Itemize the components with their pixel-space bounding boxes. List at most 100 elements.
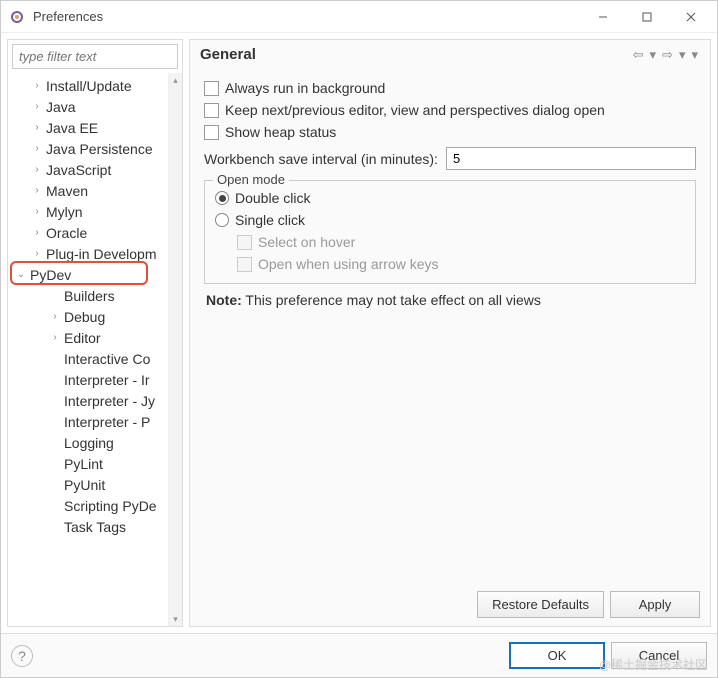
preference-tree-panel: ▴ ▾ ›Install/Update›Java›Java EE›Java Pe… <box>7 39 183 627</box>
radio-double-click-label: Double click <box>235 190 310 206</box>
tree-item[interactable]: ›Java <box>8 96 182 117</box>
dialog-footer: ? OK Cancel <box>1 633 717 677</box>
nav-forward-icon[interactable]: ⇨ <box>660 47 675 63</box>
check-select-hover-row: Select on hover <box>215 231 685 253</box>
nav-forward-menu-icon[interactable]: ▾ <box>677 47 688 63</box>
nav-history: ⇦ ▾ ⇨ ▾ ▾ <box>631 47 700 63</box>
check-run-background-row: Always run in background <box>204 77 696 99</box>
tree-item[interactable]: Task Tags <box>8 516 182 537</box>
radio-single-click[interactable] <box>215 213 229 227</box>
help-icon[interactable]: ? <box>11 645 33 667</box>
tree-item-label: JavaScript <box>44 162 111 178</box>
tree-item[interactable]: ›Install/Update <box>8 75 182 96</box>
note-text: This preference may not take effect on a… <box>245 292 540 308</box>
tree-item[interactable]: ›Java EE <box>8 117 182 138</box>
tree-item-label: Builders <box>62 288 115 304</box>
tree-spacer <box>48 499 62 513</box>
check-keep-dialog-label: Keep next/previous editor, view and pers… <box>225 102 605 118</box>
check-select-hover-label: Select on hover <box>258 234 355 250</box>
tree-scrollbar[interactable]: ▴ ▾ <box>168 73 182 626</box>
tree-spacer <box>48 373 62 387</box>
scroll-down-icon[interactable]: ▾ <box>169 612 182 626</box>
chevron-right-icon[interactable]: › <box>30 205 44 219</box>
tree-spacer <box>48 457 62 471</box>
tree-spacer <box>48 520 62 534</box>
tree-item[interactable]: ›JavaScript <box>8 159 182 180</box>
tree-spacer <box>48 478 62 492</box>
tree-item[interactable]: PyUnit <box>8 474 182 495</box>
minimize-button[interactable] <box>581 3 625 31</box>
restore-defaults-button[interactable]: Restore Defaults <box>477 591 604 618</box>
chevron-right-icon[interactable]: › <box>30 79 44 93</box>
tree-spacer <box>48 394 62 408</box>
note-label: Note: <box>206 292 242 308</box>
cancel-button[interactable]: Cancel <box>611 642 707 669</box>
tree-item[interactable]: ⌄PyDev <box>8 264 182 285</box>
chevron-right-icon[interactable]: › <box>30 142 44 156</box>
content-body: Always run in background Keep next/previ… <box>190 73 710 583</box>
page-title: General <box>200 46 631 63</box>
check-run-background[interactable] <box>204 81 219 96</box>
chevron-right-icon[interactable]: › <box>30 163 44 177</box>
tree-item[interactable]: Interpreter - Jy <box>8 390 182 411</box>
dialog-body: ▴ ▾ ›Install/Update›Java›Java EE›Java Pe… <box>1 33 717 633</box>
tree-item-label: Java Persistence <box>44 141 153 157</box>
chevron-down-icon[interactable]: ⌄ <box>14 268 28 282</box>
maximize-button[interactable] <box>625 3 669 31</box>
check-keep-dialog-row: Keep next/previous editor, view and pers… <box>204 99 696 121</box>
check-keep-dialog[interactable] <box>204 103 219 118</box>
radio-single-click-label: Single click <box>235 212 305 228</box>
tree-item-label: Interpreter - Jy <box>62 393 155 409</box>
filter-input[interactable] <box>12 44 178 69</box>
tree-item[interactable]: ›Debug <box>8 306 182 327</box>
tree-item[interactable]: ›Plug-in Developm <box>8 243 182 264</box>
tree-item[interactable]: Interactive Co <box>8 348 182 369</box>
apply-button[interactable]: Apply <box>610 591 700 618</box>
tree-item[interactable]: Interpreter - P <box>8 411 182 432</box>
tree-item[interactable]: Builders <box>8 285 182 306</box>
chevron-right-icon[interactable]: › <box>30 226 44 240</box>
tree-item-label: Mylyn <box>44 204 83 220</box>
tree-item-label: Java <box>44 99 76 115</box>
tree-item[interactable]: ›Editor <box>8 327 182 348</box>
check-select-hover <box>237 235 252 250</box>
tree-item-label: Interactive Co <box>62 351 150 367</box>
tree-item[interactable]: Logging <box>8 432 182 453</box>
tree-item-label: Java EE <box>44 120 98 136</box>
tree-item[interactable]: ›Oracle <box>8 222 182 243</box>
close-button[interactable] <box>669 3 713 31</box>
tree-item-label: Scripting PyDe <box>62 498 157 514</box>
tree-item-label: Maven <box>44 183 88 199</box>
content-header: General ⇦ ▾ ⇨ ▾ ▾ <box>190 40 710 73</box>
preference-tree[interactable]: ▴ ▾ ›Install/Update›Java›Java EE›Java Pe… <box>8 73 182 626</box>
nav-back-menu-icon[interactable]: ▾ <box>648 47 659 63</box>
ok-button[interactable]: OK <box>509 642 605 669</box>
check-open-arrow <box>237 257 252 272</box>
window-title: Preferences <box>33 9 581 24</box>
tree-item[interactable]: Interpreter - Ir <box>8 369 182 390</box>
tree-item[interactable]: PyLint <box>8 453 182 474</box>
check-heap-label: Show heap status <box>225 124 336 140</box>
chevron-right-icon[interactable]: › <box>30 100 44 114</box>
tree-item[interactable]: Scripting PyDe <box>8 495 182 516</box>
tree-item-label: PyDev <box>28 267 71 283</box>
open-mode-title: Open mode <box>213 172 289 187</box>
chevron-right-icon[interactable]: › <box>30 247 44 261</box>
chevron-right-icon[interactable]: › <box>30 121 44 135</box>
tree-item-label: Debug <box>62 309 105 325</box>
radio-double-click[interactable] <box>215 191 229 205</box>
open-mode-group: Open mode Double click Single click Sele… <box>204 180 696 284</box>
chevron-right-icon[interactable]: › <box>48 331 62 345</box>
chevron-right-icon[interactable]: › <box>48 310 62 324</box>
tree-item[interactable]: ›Java Persistence <box>8 138 182 159</box>
tree-item[interactable]: ›Mylyn <box>8 201 182 222</box>
interval-input[interactable] <box>446 147 696 170</box>
tree-item[interactable]: ›Maven <box>8 180 182 201</box>
check-open-arrow-row: Open when using arrow keys <box>215 253 685 275</box>
nav-back-icon[interactable]: ⇦ <box>631 47 646 63</box>
nav-menu-icon[interactable]: ▾ <box>689 47 700 63</box>
chevron-right-icon[interactable]: › <box>30 184 44 198</box>
scroll-up-icon[interactable]: ▴ <box>169 73 182 87</box>
check-open-arrow-label: Open when using arrow keys <box>258 256 439 272</box>
check-heap[interactable] <box>204 125 219 140</box>
